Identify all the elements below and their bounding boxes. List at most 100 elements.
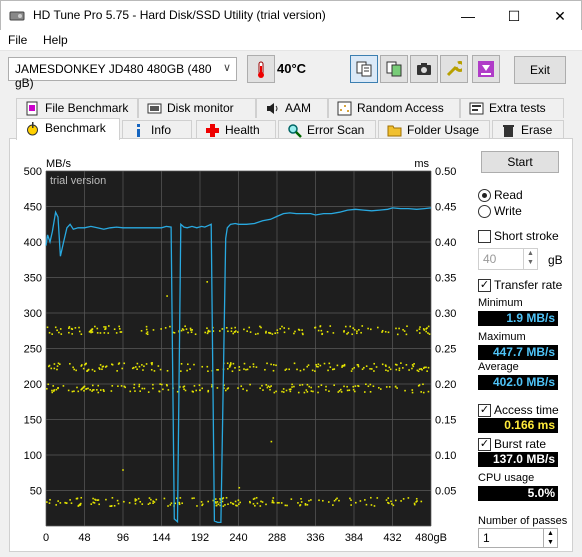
access-time-point xyxy=(285,389,288,392)
access-time-point xyxy=(236,331,239,333)
access-time-point xyxy=(283,331,286,334)
write-radio[interactable]: Write xyxy=(478,205,522,219)
access-time-point xyxy=(79,504,82,506)
copy-image-button[interactable] xyxy=(380,55,408,83)
access-time-point xyxy=(180,363,183,365)
maximize-button[interactable]: ☐ xyxy=(491,1,537,31)
access-time-checkbox[interactable]: ✓ Access time xyxy=(478,404,559,418)
tab-benchmark[interactable]: Benchmark xyxy=(16,118,120,140)
access-time-point xyxy=(65,502,68,505)
access-time-point xyxy=(291,386,293,388)
access-time-point xyxy=(317,385,320,388)
transfer-rate-checkbox[interactable]: ✓ Transfer rate xyxy=(478,279,562,293)
tab-file-benchmark[interactable]: File Benchmark xyxy=(16,98,138,118)
tab-disk-monitor[interactable]: Disk monitor xyxy=(138,98,256,118)
access-time-point xyxy=(315,363,317,366)
access-time-point xyxy=(352,388,355,391)
access-time-point xyxy=(57,387,59,389)
access-time-point xyxy=(426,327,428,329)
access-time-point xyxy=(310,386,312,389)
tab-info[interactable]: Info xyxy=(122,120,192,140)
spinner-arrows-icon[interactable]: ▲ ▼ xyxy=(543,529,557,547)
tab-health[interactable]: Health xyxy=(196,120,276,140)
access-time-point xyxy=(352,385,355,388)
options-button[interactable] xyxy=(440,55,468,83)
tab-aam[interactable]: AAM xyxy=(256,98,328,118)
minimize-button[interactable]: — xyxy=(445,1,491,31)
tab-random-access[interactable]: Random Access xyxy=(328,98,460,118)
copy-text-button[interactable] xyxy=(350,55,378,83)
access-time-point xyxy=(117,385,119,387)
access-time-point xyxy=(377,386,380,389)
save-button[interactable] xyxy=(472,55,500,83)
short-stroke-checkbox[interactable]: Short stroke xyxy=(478,230,559,244)
access-time-point xyxy=(416,500,418,502)
access-time-point xyxy=(246,368,249,371)
tab-folder-usage[interactable]: Folder Usage xyxy=(378,120,490,140)
exit-button[interactable]: Exit xyxy=(514,56,566,84)
access-time-point xyxy=(206,365,209,368)
access-time-point xyxy=(413,502,416,505)
access-time-point xyxy=(363,391,366,393)
x-tick-label: 48 xyxy=(78,532,90,544)
burst-rate-label: Burst rate xyxy=(494,437,547,451)
access-time-point xyxy=(353,390,356,393)
access-time-point xyxy=(425,366,427,369)
tab-error-scan[interactable]: Error Scan xyxy=(278,120,376,140)
access-time-point xyxy=(271,333,274,335)
access-time-point xyxy=(207,500,210,503)
access-time-point xyxy=(293,332,295,335)
access-time-point xyxy=(381,363,384,366)
transfer-rate-label: Transfer rate xyxy=(494,278,563,292)
short-stroke-input[interactable]: 40 ▲ ▼ xyxy=(478,248,538,270)
access-time-point xyxy=(133,383,136,386)
access-time-point xyxy=(332,504,334,506)
access-time-point xyxy=(123,500,125,503)
close-button[interactable]: ✕ xyxy=(537,1,582,31)
tab-erase[interactable]: Erase xyxy=(492,120,564,140)
access-time-point xyxy=(398,369,401,372)
tab-label: Random Access xyxy=(357,101,444,115)
access-time-point xyxy=(293,385,295,388)
spinner-arrows-icon[interactable]: ▲ ▼ xyxy=(523,249,537,269)
access-time-point xyxy=(388,386,391,388)
camera-icon xyxy=(417,63,431,75)
tab-extra-tests[interactable]: Extra tests xyxy=(460,98,564,118)
access-time-point xyxy=(300,501,303,503)
access-time-point xyxy=(75,369,77,372)
y-tick-label-left: 300 xyxy=(24,308,42,320)
menu-help[interactable]: Help xyxy=(43,33,68,47)
access-time-point xyxy=(385,499,388,501)
access-time-point xyxy=(400,500,402,502)
access-time-point xyxy=(306,365,309,368)
access-time-point xyxy=(79,502,82,505)
screenshot-button[interactable] xyxy=(410,55,438,83)
access-time-point xyxy=(243,328,245,331)
access-time-point xyxy=(398,327,400,330)
download-arrow-icon xyxy=(478,61,494,77)
access-time-point xyxy=(150,498,152,501)
start-button[interactable]: Start xyxy=(481,151,559,173)
access-time-point xyxy=(141,387,144,390)
access-time-point xyxy=(151,362,153,364)
access-time-point xyxy=(350,499,352,501)
menu-file[interactable]: File xyxy=(8,33,27,47)
access-time-point xyxy=(360,331,362,334)
maximum-label: Maximum xyxy=(478,331,526,343)
x-tick-label: 384 xyxy=(345,532,363,544)
access-time-point xyxy=(96,332,99,334)
burst-rate-checkbox[interactable]: ✓ Burst rate xyxy=(478,438,546,452)
access-time-point xyxy=(111,385,114,387)
access-time-point xyxy=(178,503,181,506)
access-time-point xyxy=(116,499,119,502)
checkmark-icon: ✓ xyxy=(478,438,491,451)
access-time-point xyxy=(372,385,375,388)
drive-select[interactable]: JAMESDONKEY JD480 480GB (480 gB) ∨ xyxy=(8,57,237,90)
read-radio[interactable]: Read xyxy=(478,189,523,203)
app-icon xyxy=(9,11,25,21)
access-time-point xyxy=(152,500,154,503)
y-tick-label-left: 400 xyxy=(24,237,42,249)
passes-input[interactable]: 1 ▲ ▼ xyxy=(478,528,558,548)
temperature-button[interactable] xyxy=(247,55,275,83)
access-time-point xyxy=(231,502,234,505)
